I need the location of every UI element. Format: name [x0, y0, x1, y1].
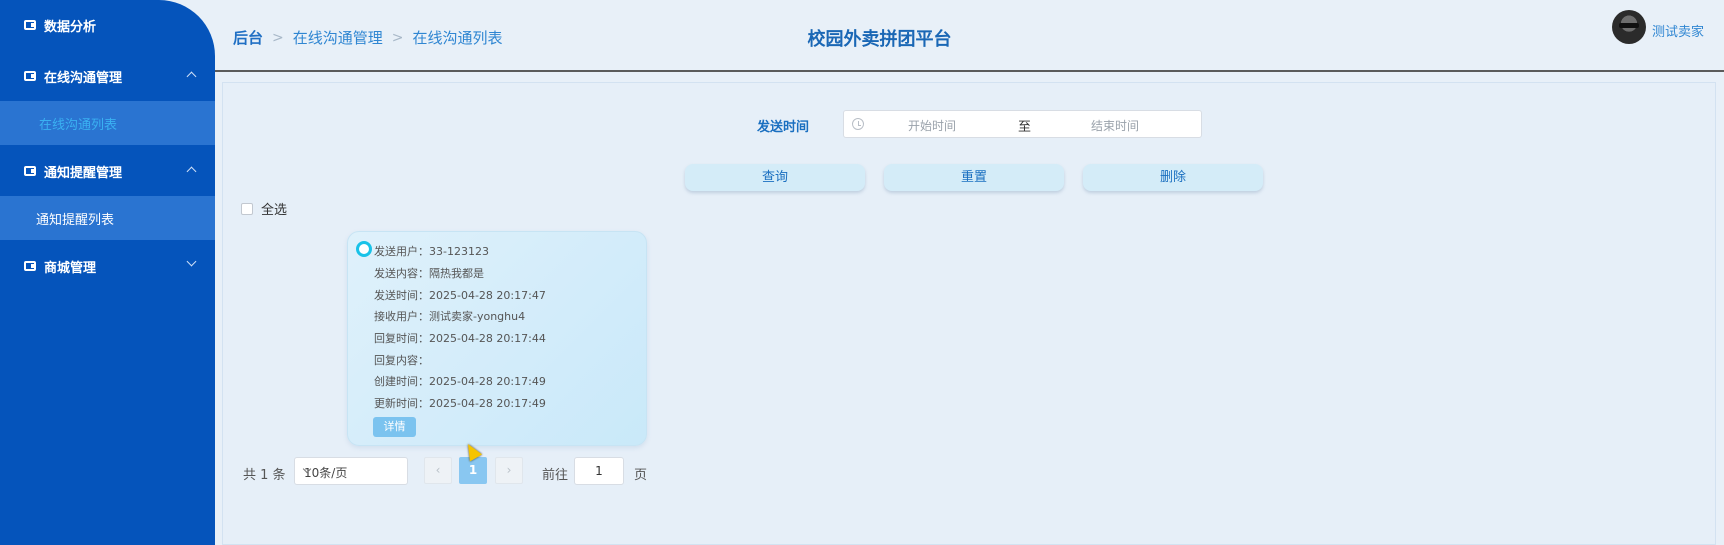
page-title-text: 校园外卖拼团平台 — [807, 29, 952, 50]
sidebar-subitem-label: 通知提醒列表 — [36, 212, 115, 228]
username[interactable]: 测试卖家 — [1652, 21, 1704, 40]
select-all-label: 全选 — [261, 203, 288, 218]
card-row-receiver: 接收用户：测试卖家-yonghu4 — [374, 310, 526, 323]
breadcrumb-separator-icon: > — [272, 29, 284, 46]
card-row-create-time: 创建时间：2025-04-28 20:17:49 — [374, 375, 546, 388]
goto-page-input[interactable]: 1 — [574, 457, 624, 485]
sidebar-item-mall[interactable]: 商城管理 — [0, 242, 215, 290]
card-row-send-time: 发送时间：2025-04-28 20:17:47 — [374, 289, 546, 302]
menu-icon — [24, 71, 36, 81]
chevron-up-icon — [186, 71, 197, 82]
breadcrumb-home[interactable]: 后台 — [233, 27, 263, 48]
prev-page-button[interactable]: ‹ — [424, 457, 452, 484]
breadcrumb-item[interactable]: 在线沟通管理 — [293, 27, 383, 48]
sidebar-item-label: 数据分析 — [44, 19, 97, 35]
page-number[interactable]: 1 — [459, 457, 487, 484]
sidebar-item-label: 商城管理 — [44, 260, 97, 276]
header: 后台 > 在线沟通管理 > 在线沟通列表 校园外卖拼团平台 测试卖家 — [215, 0, 1724, 72]
breadcrumb-item: 在线沟通列表 — [412, 29, 503, 47]
chevron-up-icon — [186, 166, 197, 177]
message-card: 发送用户：33-123123 发送内容：隔热我都是 发送时间：2025-04-2… — [347, 231, 647, 446]
sidebar-item-notification[interactable]: 通知提醒管理 — [0, 147, 215, 195]
card-row-update-time: 更新时间：2025-04-28 20:17:49 — [374, 397, 546, 410]
start-time-input[interactable]: 开始时间 — [908, 117, 998, 134]
sidebar: 数据分析 在线沟通管理 在线沟通列表 通知提醒管理 通知提醒列表 商城管理 — [0, 0, 215, 545]
card-row-reply-time: 回复时间：2025-04-28 20:17:44 — [374, 332, 546, 345]
avatar[interactable] — [1612, 10, 1646, 44]
sidebar-item-data-analysis[interactable]: 数据分析 — [0, 1, 215, 49]
main-panel: 发送时间 开始时间 至 结束时间 查询 重置 删除 全选 发送用户：33-123… — [222, 82, 1716, 545]
total-count: 共 1 条 — [243, 468, 286, 483]
pagination: 共 1 条 10条/页 ‹ 1 › 前往 1 页 — [223, 457, 923, 487]
card-row-reply-content: 回复内容： — [374, 354, 429, 367]
delete-button[interactable]: 删除 — [1083, 164, 1263, 191]
sidebar-item-online-chat[interactable]: 在线沟通管理 — [0, 52, 215, 100]
reset-button[interactable]: 重置 — [884, 164, 1064, 191]
chevron-down-icon — [186, 256, 197, 267]
menu-icon — [24, 166, 36, 176]
sidebar-item-label: 通知提醒管理 — [44, 165, 123, 181]
date-range-picker[interactable]: 开始时间 至 结束时间 — [843, 110, 1202, 138]
end-time-input[interactable]: 结束时间 — [1091, 117, 1181, 134]
goto-label: 前往 — [542, 468, 569, 483]
sidebar-subitem-notification-list[interactable]: 通知提醒列表 — [0, 196, 215, 240]
page-size-select[interactable]: 10条/页 — [294, 457, 408, 485]
checkbox[interactable] — [241, 202, 253, 215]
select-all-checkbox[interactable]: 全选 — [241, 199, 287, 218]
detail-button[interactable]: 详情 — [373, 417, 416, 437]
card-row-content: 发送内容：隔热我都是 — [374, 267, 484, 280]
next-page-button[interactable]: › — [495, 457, 523, 484]
send-time-label: 发送时间 — [757, 120, 810, 135]
query-button[interactable]: 查询 — [685, 164, 865, 191]
breadcrumb-separator-icon: > — [391, 29, 404, 46]
menu-icon — [24, 20, 36, 30]
sidebar-item-label: 在线沟通管理 — [44, 70, 123, 86]
card-select-radio[interactable] — [356, 241, 372, 257]
breadcrumb: 后台 > 在线沟通管理 > 在线沟通列表 — [233, 27, 503, 48]
sidebar-subitem-label: 在线沟通列表 — [39, 117, 118, 133]
clock-icon — [852, 118, 864, 130]
range-separator: 至 — [1018, 120, 1032, 135]
page-size-value: 10条/页 — [304, 466, 348, 480]
sidebar-subitem-chat-list[interactable]: 在线沟通列表 — [0, 101, 215, 145]
menu-icon — [24, 261, 36, 271]
page-word: 页 — [634, 468, 648, 483]
card-row-sender: 发送用户：33-123123 — [374, 245, 489, 258]
